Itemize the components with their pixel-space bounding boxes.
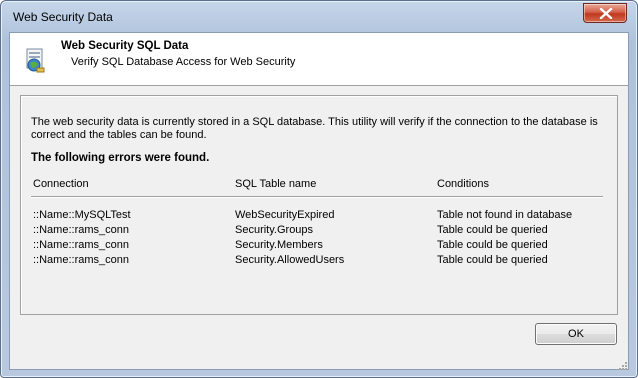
row-connection: ::Name::rams_conn [33, 224, 129, 236]
row-condition: Table could be queried [437, 224, 548, 236]
row-condition: Table could be queried [437, 239, 548, 251]
row-table: Security.Members [235, 239, 323, 251]
dialog-header: Web Security SQL Data Verify SQL Databas… [10, 33, 628, 86]
resize-grip-icon[interactable] [617, 360, 627, 370]
row-condition: Table not found in database [437, 209, 573, 221]
description-text: The web security data is currently store… [31, 116, 598, 141]
header-subtitle: Verify SQL Database Access for Web Secur… [71, 56, 296, 68]
dialog-window: Web Security Data Web Security SQL Data … [0, 0, 638, 378]
row-table: Security.AllowedUsers [235, 254, 345, 266]
table-row: ::Name::rams_conn Security.Members Table… [21, 239, 617, 254]
results-table: ::Name::MySQLTest WebSecurityExpired Tab… [21, 209, 617, 269]
database-globe-icon [26, 48, 45, 73]
row-table: Security.Groups [235, 224, 314, 236]
table-row: ::Name::rams_conn Security.AllowedUsers … [21, 254, 617, 269]
header-title: Web Security SQL Data [61, 40, 189, 52]
table-row: ::Name::rams_conn Security.Groups Table … [21, 224, 617, 239]
column-header-connection: Connection [33, 178, 89, 190]
row-connection: ::Name::rams_conn [33, 239, 129, 251]
ok-button[interactable]: OK [535, 323, 617, 345]
row-table: WebSecurityExpired [235, 209, 335, 221]
row-connection: ::Name::MySQLTest [33, 209, 131, 221]
row-connection: ::Name::rams_conn [33, 254, 129, 266]
header-divider [31, 196, 603, 198]
dialog-client-area: Web Security SQL Data Verify SQL Databas… [9, 32, 629, 370]
column-header-table: SQL Table name [235, 178, 317, 190]
close-button[interactable] [583, 3, 627, 23]
window-title: Web Security Data [13, 10, 113, 24]
column-header-conditions: Conditions [437, 178, 489, 190]
error-heading: The following errors were found. [31, 152, 210, 164]
close-icon [599, 8, 613, 19]
row-condition: Table could be queried [437, 254, 548, 266]
title-bar[interactable]: Web Security Data [1, 1, 637, 31]
table-row: ::Name::MySQLTest WebSecurityExpired Tab… [21, 209, 617, 224]
results-panel: The web security data is currently store… [20, 95, 618, 315]
